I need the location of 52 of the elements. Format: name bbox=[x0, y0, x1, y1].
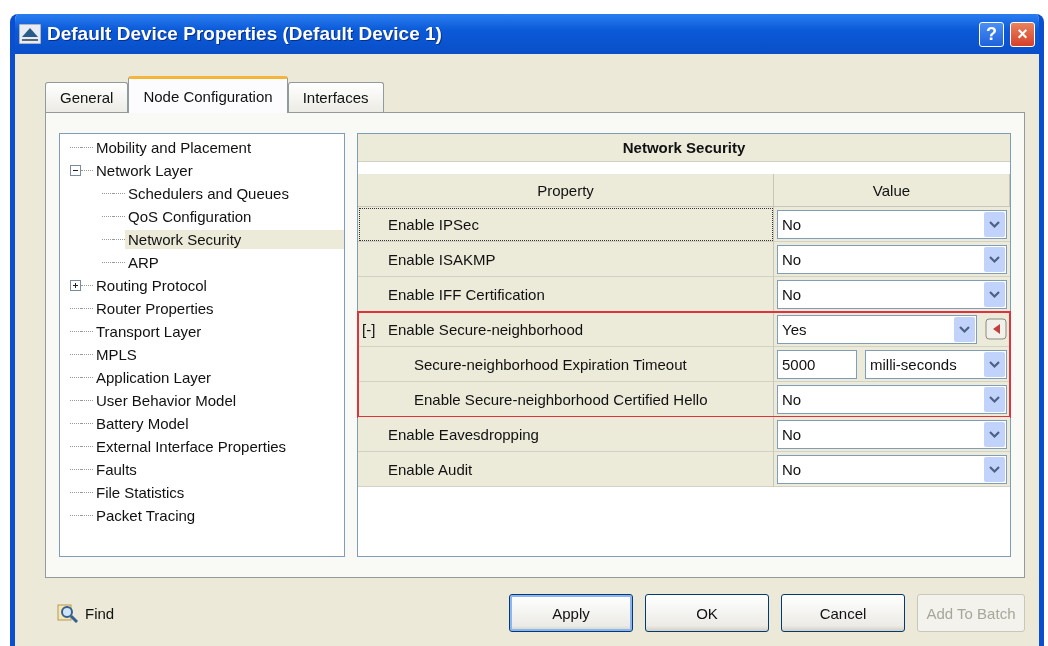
timeout-field[interactable]: 5000 bbox=[777, 349, 857, 379]
column-header: Property bbox=[358, 174, 774, 207]
dialog-button[interactable]: Cancel bbox=[781, 594, 905, 632]
minus-icon[interactable] bbox=[70, 165, 81, 176]
magnifier-icon bbox=[57, 603, 79, 623]
find-button[interactable]: Find bbox=[57, 603, 115, 623]
property-label: Enable Eavesdropping bbox=[358, 417, 774, 452]
value-dropdown[interactable]: No bbox=[777, 384, 1007, 414]
value-dropdown[interactable]: No bbox=[777, 244, 1007, 274]
tree-item[interactable]: Application Layer bbox=[93, 368, 215, 387]
tree-item[interactable]: User Behavior Model bbox=[93, 391, 240, 410]
tree-item[interactable]: Schedulers and Queues bbox=[125, 184, 292, 203]
window-title: Default Device Properties (Default Device 1) bbox=[47, 23, 443, 45]
value-dropdown[interactable]: No bbox=[777, 209, 1007, 239]
tree-item[interactable]: Network Layer bbox=[93, 161, 196, 180]
value-dropdown[interactable]: No bbox=[777, 419, 1007, 449]
panel-title: Network Security bbox=[358, 134, 1010, 162]
app-icon bbox=[19, 24, 41, 44]
tree-item[interactable]: Transport Layer bbox=[93, 322, 205, 341]
property-label: Secure-neighborhood Expiration Timeout bbox=[358, 347, 774, 382]
tab[interactable]: Node Configuration bbox=[128, 76, 288, 113]
side-arrow-button-icon[interactable] bbox=[985, 318, 1007, 340]
property-label: Enable ISAKMP bbox=[358, 242, 774, 277]
value-dropdown[interactable]: No bbox=[777, 279, 1007, 309]
tree-item[interactable]: Network Security bbox=[125, 230, 344, 249]
tree-item[interactable]: QoS Configuration bbox=[125, 207, 255, 226]
collapse-toggle[interactable]: [-] bbox=[362, 320, 388, 338]
tree-item[interactable]: Battery Model bbox=[93, 414, 192, 433]
property-label: Enable IPSec bbox=[358, 207, 774, 242]
tree-item[interactable]: Router Properties bbox=[93, 299, 217, 318]
value-dropdown[interactable]: No bbox=[777, 454, 1007, 484]
tree-item[interactable]: Packet Tracing bbox=[93, 506, 199, 525]
property-label: Enable Secure-neighborhood Certified Hello bbox=[358, 382, 774, 417]
tree-item[interactable]: External Interface Properties bbox=[93, 437, 290, 456]
plus-icon[interactable] bbox=[70, 280, 81, 291]
tree-item[interactable]: ARP bbox=[125, 253, 162, 272]
dialog-button[interactable]: Apply bbox=[509, 594, 633, 632]
column-header: Value bbox=[774, 174, 1010, 207]
property-label: Enable IFF Certification bbox=[358, 277, 774, 312]
tree-item[interactable]: File Statistics bbox=[93, 483, 188, 502]
tab[interactable]: General bbox=[45, 82, 129, 112]
property-label: [-] Enable Secure-neighborhood bbox=[358, 312, 774, 347]
property-label: Enable Audit bbox=[358, 452, 774, 487]
tree-item[interactable]: MPLS bbox=[93, 345, 140, 364]
tree-item[interactable]: Faults bbox=[93, 460, 140, 479]
unit-dropdown[interactable]: milli-seconds bbox=[865, 349, 1007, 379]
tree-item[interactable]: Mobility and Placement bbox=[93, 138, 255, 157]
tab[interactable]: Interfaces bbox=[287, 82, 384, 112]
value-dropdown[interactable]: Yes bbox=[777, 314, 977, 344]
dialog-button[interactable]: OK bbox=[645, 594, 769, 632]
tree-item[interactable]: Routing Protocol bbox=[93, 276, 210, 295]
help-button[interactable]: ? bbox=[979, 21, 1004, 47]
